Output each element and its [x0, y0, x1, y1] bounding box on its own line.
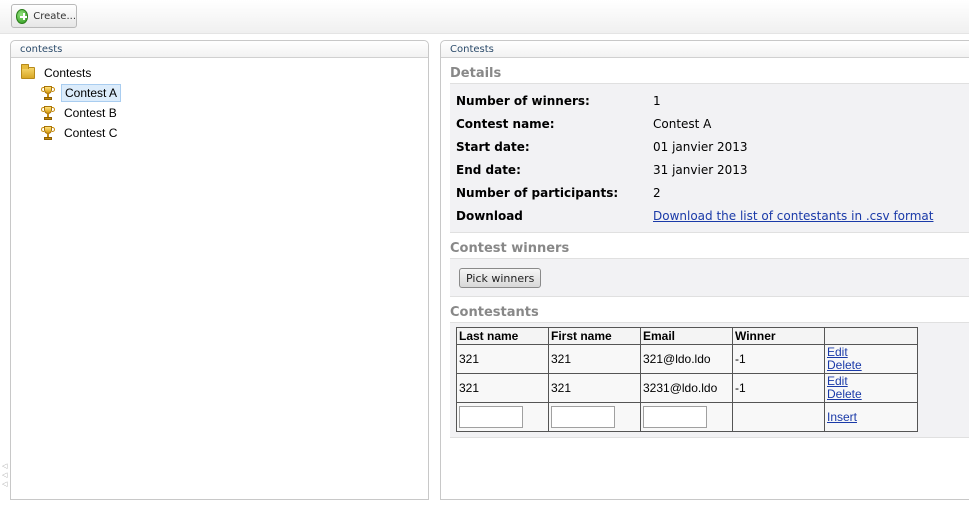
cell-last-name: 321: [456, 373, 549, 403]
cell-new-winner: [732, 402, 825, 432]
create-button[interactable]: Create...: [11, 4, 77, 28]
new-first-name-input[interactable]: [551, 406, 615, 428]
resize-grip[interactable]: ◁ ◁ ◁: [2, 462, 8, 489]
trophy-icon: [41, 85, 55, 101]
table-header-row: Last name First name Email Winner: [456, 327, 918, 345]
detail-label: Download: [456, 208, 523, 223]
contests-tree: Contests Contest A Contest B Contest C: [11, 58, 428, 143]
column-header-first-name: First name: [548, 327, 641, 345]
table-row: 321 321 321@ldo.ldo -1 Edit Delete: [456, 344, 918, 374]
detail-label: Contest name:: [456, 116, 555, 131]
new-email-input[interactable]: [643, 406, 707, 428]
trophy-icon: [41, 125, 55, 141]
winners-title: Contest winners: [450, 241, 570, 256]
cell-email: 321@ldo.ldo: [640, 344, 733, 374]
winners-section: Pick winners: [450, 258, 969, 297]
toolbar: Create...: [0, 0, 969, 34]
pick-winners-button[interactable]: Pick winners: [459, 268, 542, 288]
details-section: Number of winners: 1 Contest name: Conte…: [450, 83, 969, 233]
tree-item-contest-b[interactable]: Contest B: [21, 103, 428, 123]
tree-item-contest-a[interactable]: Contest A: [21, 83, 428, 103]
cell-winner: -1: [732, 344, 825, 374]
contestants-title: Contestants: [450, 305, 539, 320]
add-icon: [16, 8, 29, 24]
details-title: Details: [450, 66, 502, 81]
cell-insert-action: Insert: [824, 402, 918, 432]
detail-value: 1: [653, 93, 661, 108]
detail-label: End date:: [456, 162, 521, 177]
contests-tree-panel: contests Contests Contest A Contest B Co…: [10, 40, 429, 500]
detail-value: 01 janvier 2013: [653, 139, 748, 154]
download-csv-link[interactable]: Download the list of contestants in .csv…: [653, 209, 933, 223]
cell-last-name: 321: [456, 344, 549, 374]
column-header-actions: [824, 327, 918, 345]
detail-value: 31 janvier 2013: [653, 162, 748, 177]
cell-new-first-name: [548, 402, 641, 432]
tree-panel-header: contests: [11, 41, 428, 58]
detail-row-winners: Number of winners: 1: [450, 89, 969, 112]
tree-item-label: Contest A: [61, 84, 122, 102]
contestants-section: Last name First name Email Winner 321 32…: [450, 322, 969, 438]
delete-link[interactable]: Delete: [827, 388, 915, 401]
contestants-table: Last name First name Email Winner 321 32…: [456, 327, 918, 432]
detail-value: Contest A: [653, 116, 712, 131]
detail-row-end-date: End date: 31 janvier 2013: [450, 158, 969, 181]
tree-item-contest-c[interactable]: Contest C: [21, 123, 428, 143]
column-header-last-name: Last name: [456, 327, 549, 345]
insert-row: Insert: [456, 402, 918, 432]
cell-new-last-name: [456, 402, 549, 432]
detail-row-download: Download Download the list of contestant…: [450, 204, 969, 227]
tree-root-label: Contests: [44, 66, 92, 80]
detail-label: Number of participants:: [456, 185, 619, 200]
new-last-name-input[interactable]: [459, 406, 523, 428]
contest-detail-panel: Contests Details Number of winners: 1 Co…: [440, 40, 969, 500]
detail-row-start-date: Start date: 01 janvier 2013: [450, 135, 969, 158]
cell-new-email: [640, 402, 733, 432]
cell-first-name: 321: [548, 344, 641, 374]
trophy-icon: [41, 105, 55, 121]
detail-value: 2: [653, 185, 661, 200]
tree-root-contests[interactable]: Contests: [21, 63, 428, 83]
detail-row-participants: Number of participants: 2: [450, 181, 969, 204]
cell-first-name: 321: [548, 373, 641, 403]
create-button-label: Create...: [33, 10, 76, 22]
detail-value: Download the list of contestants in .csv…: [653, 209, 933, 223]
cell-winner: -1: [732, 373, 825, 403]
column-header-email: Email: [640, 327, 733, 345]
table-row: 321 321 3231@ldo.ldo -1 Edit Delete: [456, 373, 918, 403]
detail-row-name: Contest name: Contest A: [450, 112, 969, 135]
folder-icon: [21, 64, 35, 79]
cell-actions: Edit Delete: [824, 344, 918, 374]
insert-link[interactable]: Insert: [827, 410, 915, 424]
detail-panel-header: Contests: [441, 41, 969, 58]
detail-label: Number of winners:: [456, 93, 590, 108]
tree-item-label: Contest B: [64, 106, 117, 120]
tree-item-label: Contest C: [64, 126, 118, 140]
delete-link[interactable]: Delete: [827, 359, 915, 372]
column-header-winner: Winner: [732, 327, 825, 345]
cell-actions: Edit Delete: [824, 373, 918, 403]
cell-email: 3231@ldo.ldo: [640, 373, 733, 403]
detail-label: Start date:: [456, 139, 530, 154]
